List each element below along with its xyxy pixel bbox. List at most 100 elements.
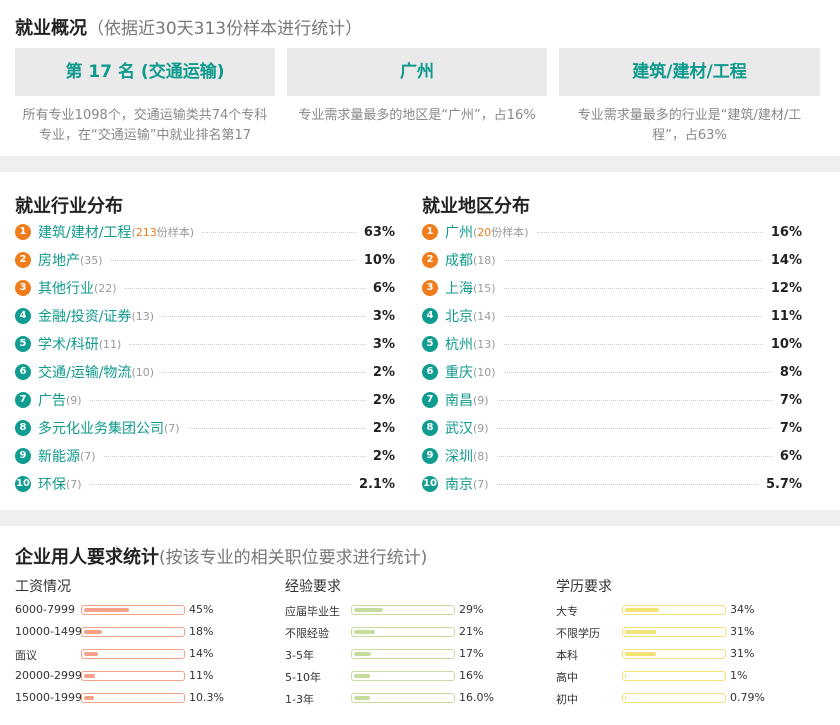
industry-name-link[interactable]: 其他行业 — [38, 278, 94, 298]
region-name-link[interactable]: 南京 — [445, 474, 473, 494]
industry-row[interactable]: 5 学术/科研 (11) 3% — [15, 334, 395, 354]
leader-dots — [503, 259, 763, 261]
region-name-link[interactable]: 重庆 — [445, 362, 473, 382]
industry-row[interactable]: 7 广告 (9) 2% — [15, 390, 395, 410]
salary-percent: 18% — [189, 625, 214, 638]
overview-panel: 就业概况（依据近30天313份样本进行统计） 第 17 名 (交通运输) 广州 … — [0, 0, 840, 156]
leader-dots — [162, 371, 365, 373]
requirements-title: 企业用人要求统计(按该专业的相关职位要求进行统计) — [15, 543, 427, 569]
industry-name-link[interactable]: 新能源 — [38, 446, 80, 466]
sample-count: (7) — [164, 421, 180, 435]
region-row[interactable]: 4 北京 (14) 11% — [422, 306, 802, 326]
industry-name-link[interactable]: 建筑/建材/工程 — [38, 222, 131, 242]
industry-name-link[interactable]: 多元化业务集团公司 — [38, 418, 164, 438]
edu-percent: 31% — [730, 647, 755, 660]
leader-dots — [202, 231, 356, 233]
exp-row: 1-3年 16.0% — [285, 691, 525, 707]
sample-count: (9) — [66, 393, 82, 407]
edu-label: 不限学历 — [556, 627, 600, 640]
industry-row[interactable]: 10 环保 (7) 2.1% — [15, 474, 395, 494]
overview-title: 就业概况（依据近30天313份样本进行统计） — [15, 14, 362, 40]
exp-bar — [351, 605, 455, 615]
sample-count: (35) — [80, 253, 103, 267]
salary-bar-fill — [84, 696, 94, 700]
region-name-link[interactable]: 广州 — [445, 222, 473, 242]
region-name-link[interactable]: 杭州 — [445, 334, 473, 354]
leader-dots — [496, 399, 772, 401]
region-row[interactable]: 2 成都 (18) 14% — [422, 250, 802, 270]
exp-percent: 29% — [459, 603, 484, 616]
overview-title-text: 就业概况 — [15, 18, 87, 39]
region-name-link[interactable]: 武汉 — [445, 418, 473, 438]
edu-percent: 1% — [730, 669, 748, 682]
sample-count: (18) — [473, 253, 496, 267]
rank-badge: 9 — [422, 448, 438, 464]
salary-bar — [81, 605, 185, 615]
industry-name-link[interactable]: 环保 — [38, 474, 66, 494]
sample-count: (15) — [473, 281, 496, 295]
exp-label: 应届毕业生 — [285, 605, 340, 618]
sample-count: (7) — [473, 477, 489, 491]
edu-percent: 0.79% — [730, 691, 765, 704]
exp-label: 3-5年 — [285, 649, 314, 662]
requirements-title-text: 企业用人要求统计 — [15, 547, 159, 568]
region-row[interactable]: 7 南昌 (9) 7% — [422, 390, 802, 410]
region-name-link[interactable]: 南昌 — [445, 390, 473, 410]
industry-name-link[interactable]: 交通/运输/物流 — [38, 362, 131, 382]
industry-name-link[interactable]: 金融/投资/证券 — [38, 306, 131, 326]
exp-label: 不限经验 — [285, 627, 329, 640]
region-row[interactable]: 6 重庆 (10) 8% — [422, 362, 802, 382]
industry-row[interactable]: 9 新能源 (7) 2% — [15, 446, 395, 466]
region-row[interactable]: 8 武汉 (9) 7% — [422, 418, 802, 438]
region-row[interactable]: 3 上海 (15) 12% — [422, 278, 802, 298]
region-name-link[interactable]: 北京 — [445, 306, 473, 326]
rank-card-desc-line: 所有专业1098个，交通运输类共74个专科 — [22, 108, 268, 123]
exp-label: 5-10年 — [285, 671, 321, 684]
industry-name-link[interactable]: 学术/科研 — [38, 334, 99, 354]
region-percent: 10% — [770, 336, 802, 352]
industry-row[interactable]: 4 金融/投资/证券 (13) 3% — [15, 306, 395, 326]
leader-dots — [187, 427, 365, 429]
industry-percent: 10% — [363, 252, 395, 268]
industry-row[interactable]: 6 交通/运输/物流 (10) 2% — [15, 362, 395, 382]
leader-dots — [129, 343, 365, 345]
rank-badge: 3 — [15, 280, 31, 296]
edu-group-title: 学历要求 — [556, 579, 612, 595]
region-row[interactable]: 1 广州 (20份样本) 16% — [422, 222, 802, 242]
leader-dots — [503, 371, 772, 373]
region-name-link[interactable]: 上海 — [445, 278, 473, 298]
edu-bar — [622, 649, 726, 659]
region-row[interactable]: 9 深圳 (8) 6% — [422, 446, 802, 466]
salary-percent: 14% — [189, 647, 214, 660]
industry-row[interactable]: 8 多元化业务集团公司 (7) 2% — [15, 418, 395, 438]
edu-bar — [622, 627, 726, 637]
region-name-link[interactable]: 深圳 — [445, 446, 473, 466]
top-region-card: 广州 — [287, 48, 547, 96]
exp-bar-fill — [354, 652, 371, 656]
region-row[interactable]: 10 南京 (7) 5.7% — [422, 474, 802, 494]
rank-badge: 6 — [422, 364, 438, 380]
region-row[interactable]: 5 杭州 (13) 10% — [422, 334, 802, 354]
industry-name-link[interactable]: 房地产 — [38, 250, 80, 270]
industry-row[interactable]: 3 其他行业 (22) 6% — [15, 278, 395, 298]
edu-bar-fill — [625, 652, 656, 656]
industry-row[interactable]: 1 建筑/建材/工程 (213份样本) 63% — [15, 222, 395, 242]
salary-bar-fill — [84, 652, 98, 656]
industry-percent: 2% — [372, 420, 395, 436]
top-industry-card: 建筑/建材/工程 — [559, 48, 820, 96]
region-percent: 12% — [770, 280, 802, 296]
exp-bar-fill — [354, 630, 375, 634]
leader-dots — [496, 427, 772, 429]
region-percent: 8% — [779, 364, 802, 380]
salary-group-title: 工资情况 — [15, 579, 71, 595]
exp-row: 不限经验 21% — [285, 625, 525, 641]
industry-name-link[interactable]: 广告 — [38, 390, 66, 410]
salary-label: 10000-14999 — [15, 625, 82, 638]
edu-bar-fill — [625, 608, 659, 612]
region-name-link[interactable]: 成都 — [445, 250, 473, 270]
rank-badge: 4 — [422, 308, 438, 324]
industry-row[interactable]: 2 房地产 (35) 10% — [15, 250, 395, 270]
rank-badge: 10 — [15, 476, 31, 492]
industry-percent: 2% — [372, 364, 395, 380]
leader-dots — [89, 483, 351, 485]
